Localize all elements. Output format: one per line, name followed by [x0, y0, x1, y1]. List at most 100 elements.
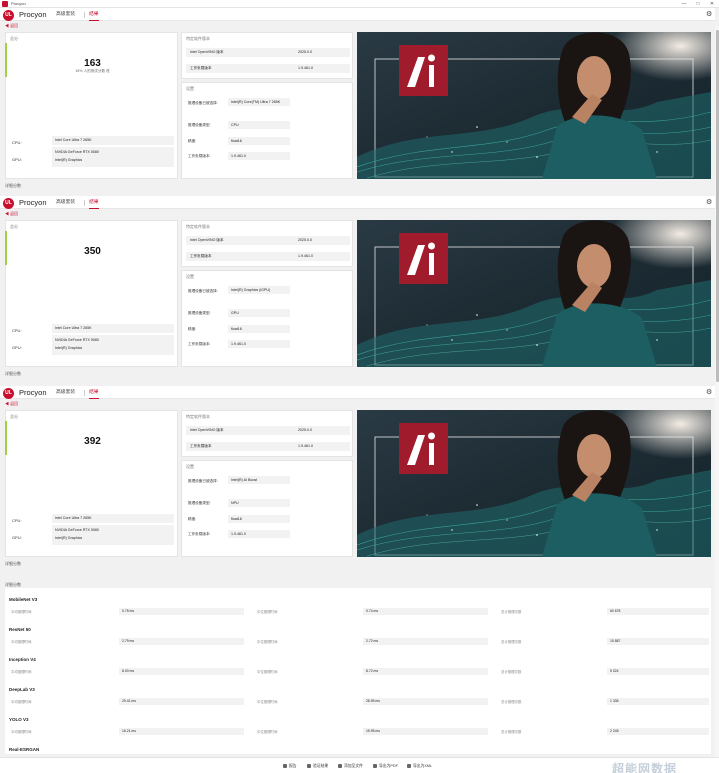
- hero-image: [357, 220, 711, 367]
- gpu-name-1: NVIDIA GeForce RTX 5080: [55, 338, 99, 342]
- benchmark-row: Real-ESRGAN: [9, 747, 709, 754]
- cpu-label: CPU:: [12, 518, 22, 523]
- total-count-label: 总计推理次数: [501, 730, 522, 734]
- score-panel: 总分 350 CPU: Intel Core Ultra 7 265K GPU:…: [5, 220, 178, 367]
- setting-value: Intel(R) Graphics (iGPU): [228, 286, 290, 294]
- hero-image: [357, 32, 711, 179]
- top-nav: UL Procyon 高级套装 结果 ⚙: [0, 386, 715, 399]
- setting-value: 1.9.461.0: [228, 340, 290, 348]
- back-link[interactable]: ◀ 返回: [5, 23, 18, 29]
- avg-time-label: 平均推理时间: [11, 610, 32, 614]
- benchmark-name: Inception V4: [9, 657, 36, 662]
- avg-time-label: 平均推理时间: [11, 730, 32, 734]
- export-xml-button[interactable]: 导出为XML: [407, 763, 432, 769]
- cpu-value: Intel Core Ultra 7 265K: [52, 324, 174, 333]
- openvino-version-label: Intel OpenVINO 版本: [190, 50, 224, 54]
- tab-advanced-suite[interactable]: 高级套装: [56, 11, 75, 19]
- benchmark-row: ResNet 50 平均推理时间 2.79 ms 中位推理时间 2.72 ms …: [9, 627, 709, 656]
- score-label: 总分: [10, 414, 18, 419]
- gpu-label: GPU:: [12, 157, 22, 162]
- validate-button[interactable]: 验证结果: [307, 763, 328, 769]
- median-time-value: 8.72 ms: [363, 668, 488, 675]
- workload-version-value: 1.9.461.0: [298, 444, 313, 448]
- nav-divider: [84, 390, 85, 396]
- avg-time-label: 平均推理时间: [11, 670, 32, 674]
- avg-time-value: 29.41 ms: [119, 698, 244, 705]
- benchmark-name: DeepLab V3: [9, 687, 35, 692]
- detail-scores-label: 详细分数: [5, 371, 21, 376]
- software-version-panel: 特定软件版本 Intel OpenVINO 版本 2025.0.0 工作负载版本…: [181, 410, 353, 457]
- top-nav: UL Procyon 高级套装 结果 ⚙: [0, 196, 715, 209]
- tab-advanced-suite[interactable]: 高级套装: [56, 389, 75, 397]
- maximize-button[interactable]: □: [691, 0, 705, 8]
- setting-label: 推理设备类型:: [188, 501, 211, 505]
- ai-logo-icon: [399, 45, 448, 96]
- gear-icon[interactable]: ⚙: [706, 198, 712, 207]
- openvino-version-value: 2025.0.0: [298, 50, 312, 54]
- benchmark-name: MobileNet V3: [9, 597, 38, 602]
- result-section: UL Procyon 高级套装 结果 ⚙ ◀ 返回 总分 350 CPU: In…: [0, 196, 715, 390]
- result-section: UL Procyon 高级套装 结果 ⚙ ◀ 返回 总分 163 15% 人的测…: [0, 8, 715, 202]
- gpu-value: NVIDIA GeForce RTX 5080 Intel(R) Graphic…: [52, 335, 174, 355]
- settings-panel: 设置 推理设备已被选择: Intel(R) Core(TM) Ultra 7 2…: [181, 82, 353, 179]
- score-value: 350: [84, 246, 101, 257]
- gear-icon[interactable]: ⚙: [706, 10, 712, 19]
- nav-divider: [84, 12, 85, 18]
- scrollbar-thumb[interactable]: [715, 30, 719, 382]
- setting-value: NPU: [228, 499, 290, 507]
- result-section: UL Procyon 高级套装 结果 ⚙ ◀ 返回 总分 392 CPU: In…: [0, 386, 715, 580]
- setting-value: float16: [228, 137, 290, 145]
- detail-scores-panel: MobileNet V3 平均推理时间 0.75 ms 中位推理时间 0.74 …: [5, 588, 711, 754]
- scrollbar[interactable]: [715, 26, 719, 768]
- export-pdf-button[interactable]: 导出为PDF: [373, 763, 398, 769]
- tab-advanced-suite[interactable]: 高级套装: [56, 199, 75, 207]
- avg-time-label: 平均推理时间: [11, 700, 32, 704]
- back-link[interactable]: ◀ 返回: [5, 211, 18, 217]
- avg-time-value: 2.79 ms: [119, 638, 244, 645]
- avg-time-value: 8.00 ms: [119, 668, 244, 675]
- window-titlebar: Procyon — □ ✕: [0, 0, 719, 8]
- benchmark-name: ResNet 50: [9, 627, 31, 632]
- setting-value: Intel(R) Core(TM) Ultra 7 265K: [228, 98, 290, 106]
- gpu-name-1: NVIDIA GeForce RTX 5080: [55, 150, 99, 154]
- gpu-label: GPU:: [12, 535, 22, 540]
- openvino-version-label: Intel OpenVINO 版本: [190, 428, 224, 432]
- setting-label: 推理设备类型:: [188, 311, 211, 315]
- gpu-name-1: NVIDIA GeForce RTX 5080: [55, 528, 99, 532]
- benchmark-row: YOLO V3 平均推理时间 16.21 ms 中位推理时间 15.95 ms …: [9, 717, 709, 746]
- score-panel: 总分 163 15% 人的测试分数 低 CPU: Intel Core Ultr…: [5, 32, 178, 179]
- median-time-label: 中位推理时间: [257, 640, 278, 644]
- gear-icon[interactable]: ⚙: [706, 388, 712, 397]
- minimize-button[interactable]: —: [677, 0, 691, 8]
- gpu-value: NVIDIA GeForce RTX 5080 Intel(R) Graphic…: [52, 525, 174, 545]
- settings-title: 设置: [186, 274, 194, 279]
- ul-logo-icon: UL: [3, 387, 14, 399]
- tab-results[interactable]: 结果: [89, 389, 99, 399]
- ul-logo-icon: UL: [3, 9, 14, 21]
- software-version-title: 特定软件版本: [186, 36, 210, 41]
- setting-label: 推理设备已被选择:: [188, 289, 218, 293]
- setting-value: 1.9.461.0: [228, 152, 290, 160]
- user-icon: [338, 763, 342, 768]
- add-to-file-button[interactable]: 添加至文件: [338, 763, 363, 769]
- report-button[interactable]: 报告: [283, 763, 297, 769]
- close-button[interactable]: ✕: [705, 0, 719, 8]
- setting-label: 工作负载版本:: [188, 154, 211, 158]
- openvino-version-value: 2025.0.0: [298, 428, 312, 432]
- tab-results[interactable]: 结果: [89, 199, 99, 209]
- setting-label: 精度:: [188, 139, 197, 143]
- tab-results[interactable]: 结果: [89, 11, 99, 21]
- app-icon: [2, 0, 8, 7]
- openvino-version-value: 2025.0.0: [298, 238, 312, 242]
- brand-name: Procyon: [19, 10, 47, 19]
- brand-name: Procyon: [19, 198, 47, 207]
- total-count-value: 1 335: [607, 698, 709, 705]
- benchmark-row: Inception V4 平均推理时间 8.00 ms 中位推理时间 8.72 …: [9, 657, 709, 686]
- benchmark-name: Real-ESRGAN: [9, 747, 40, 752]
- total-count-label: 总计推理次数: [501, 640, 522, 644]
- total-count-value: 2 245: [607, 728, 709, 735]
- settings-panel: 设置 推理设备已被选择: Intel(R) AI Boost 推理设备类型: N…: [181, 460, 353, 557]
- total-count-value: 60 678: [607, 608, 709, 615]
- benchmark-row: MobileNet V3 平均推理时间 0.75 ms 中位推理时间 0.74 …: [9, 597, 709, 626]
- back-link[interactable]: ◀ 返回: [5, 401, 18, 407]
